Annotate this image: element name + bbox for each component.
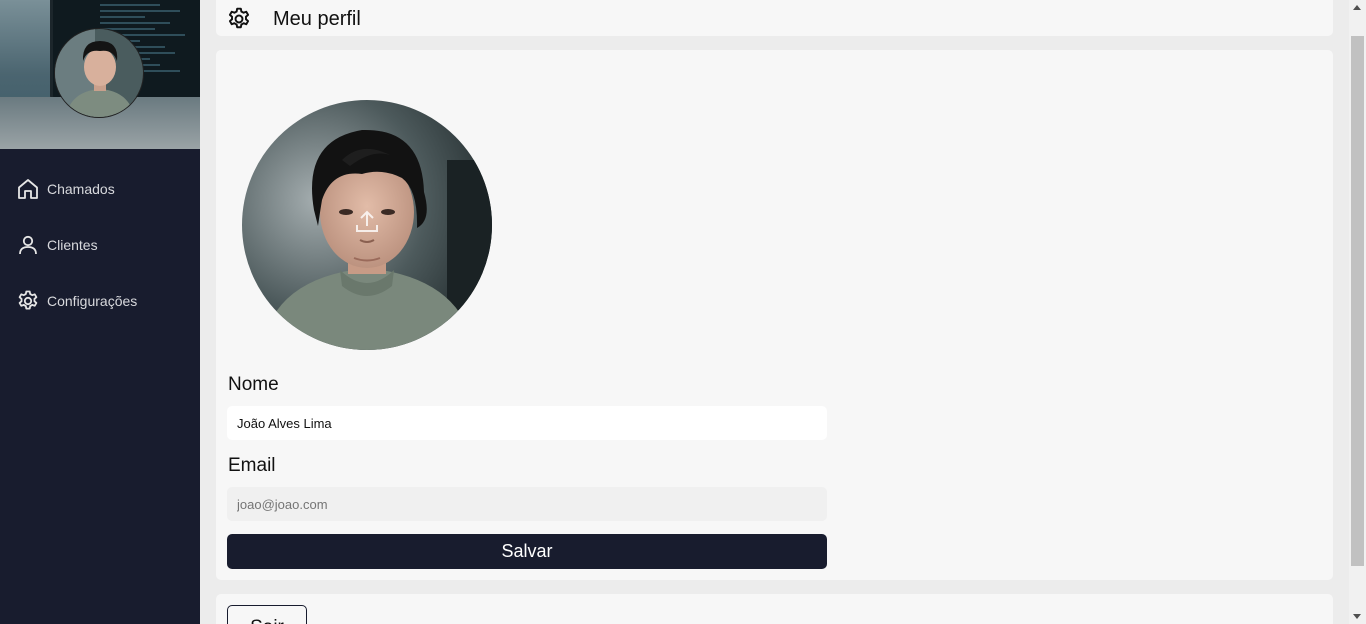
- profile-form-panel: Nome Email Salvar: [216, 50, 1333, 580]
- email-field[interactable]: [227, 487, 827, 521]
- logout-button[interactable]: Sair: [227, 605, 307, 624]
- sidebar: Chamados Clientes Configurações: [0, 0, 200, 624]
- logout-panel: Sair: [216, 594, 1333, 624]
- gear-icon: [228, 7, 250, 29]
- email-label: Email: [228, 455, 276, 476]
- user-icon: [19, 235, 37, 255]
- avatar-upload[interactable]: [242, 100, 492, 350]
- sidebar-item-label: Chamados: [47, 181, 115, 197]
- page-title: Meu perfil: [273, 7, 361, 30]
- upload-icon: [356, 210, 378, 232]
- name-field[interactable]: [227, 406, 827, 440]
- sidebar-avatar: [54, 28, 144, 118]
- sidebar-item-label: Configurações: [47, 293, 138, 309]
- save-button[interactable]: Salvar: [227, 534, 827, 569]
- sidebar-item-chamados[interactable]: Chamados: [0, 161, 200, 217]
- sidebar-item-label: Clientes: [47, 237, 98, 253]
- scroll-up-icon[interactable]: [1353, 5, 1361, 10]
- sidebar-menu: Chamados Clientes Configurações: [0, 149, 200, 329]
- scroll-down-icon[interactable]: [1353, 614, 1361, 619]
- name-label: Nome: [228, 374, 279, 395]
- gear-icon: [18, 290, 38, 310]
- home-icon: [18, 179, 38, 199]
- page-header: Meu perfil: [216, 0, 1333, 36]
- sidebar-item-configuracoes[interactable]: Configurações: [0, 273, 200, 329]
- scroll-thumb[interactable]: [1351, 36, 1364, 566]
- sidebar-banner-image: [0, 0, 200, 149]
- vertical-scrollbar[interactable]: [1349, 0, 1366, 624]
- sidebar-item-clientes[interactable]: Clientes: [0, 217, 200, 273]
